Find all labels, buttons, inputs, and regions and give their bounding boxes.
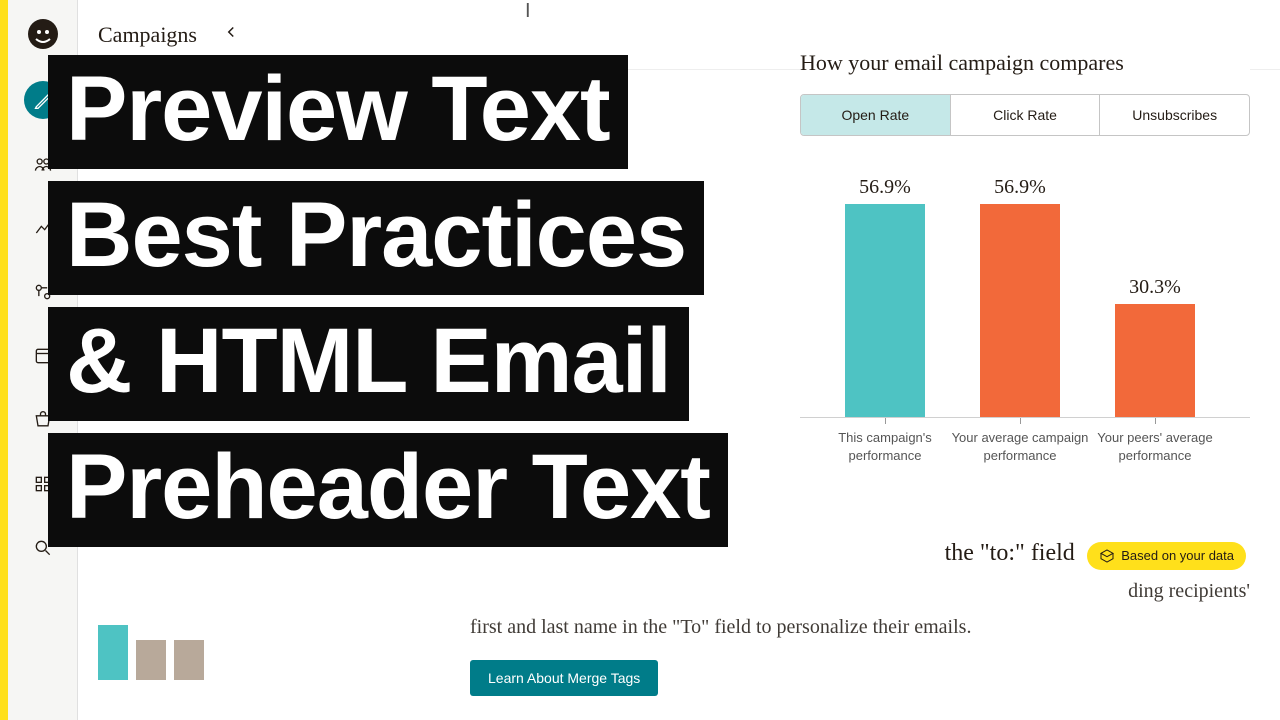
axis-tick [1020, 418, 1021, 424]
bar-label: Your peers' average performance [1085, 429, 1225, 465]
section-body-fragment-1: ding recipients' [290, 576, 1250, 606]
collapse-sidebar-button[interactable] [222, 23, 240, 46]
section-title: Campaigns [98, 22, 197, 48]
overlay-line-2: Best Practices [48, 181, 704, 295]
section-heading-fragment: the "to:" field [945, 540, 1075, 566]
overlay-line-1: Preview Text [48, 55, 628, 169]
accent-edge [0, 0, 8, 720]
mini-bar [98, 625, 128, 680]
based-on-your-data-badge: Based on your data [1087, 542, 1246, 570]
video-title-overlay: Preview Text Best Practices & HTML Email… [48, 55, 868, 559]
mini-chart [98, 620, 238, 680]
bar-peers-average: 30.3% Your peers' average performance [1115, 304, 1195, 417]
tab-click-rate[interactable]: Click Rate [951, 95, 1101, 135]
bar [1115, 304, 1195, 417]
bar-label: Your average campaign performance [950, 429, 1090, 465]
mini-bar [174, 640, 204, 680]
learn-merge-tags-button[interactable]: Learn About Merge Tags [470, 660, 658, 696]
overlay-line-4: Preheader Text [48, 433, 728, 547]
tab-unsubscribes[interactable]: Unsubscribes [1100, 95, 1249, 135]
axis-tick [885, 418, 886, 424]
axis-tick [1155, 418, 1156, 424]
badge-label: Based on your data [1121, 548, 1234, 563]
section-body-line-2: first and last name in the "To" field to… [470, 612, 1250, 642]
mini-bar [136, 640, 166, 680]
text-cursor-icon: I [525, 0, 531, 23]
bar [980, 204, 1060, 417]
data-box-icon [1099, 548, 1115, 564]
bar-your-average: 56.9% Your average campaign performance [980, 204, 1060, 417]
personalize-section: the "to:" field Based on your data ding … [290, 540, 1250, 696]
overlay-line-3: & HTML Email [48, 307, 689, 421]
bar-value: 56.9% [980, 176, 1060, 199]
mailchimp-logo[interactable] [27, 18, 59, 55]
bar-value: 30.3% [1115, 276, 1195, 299]
